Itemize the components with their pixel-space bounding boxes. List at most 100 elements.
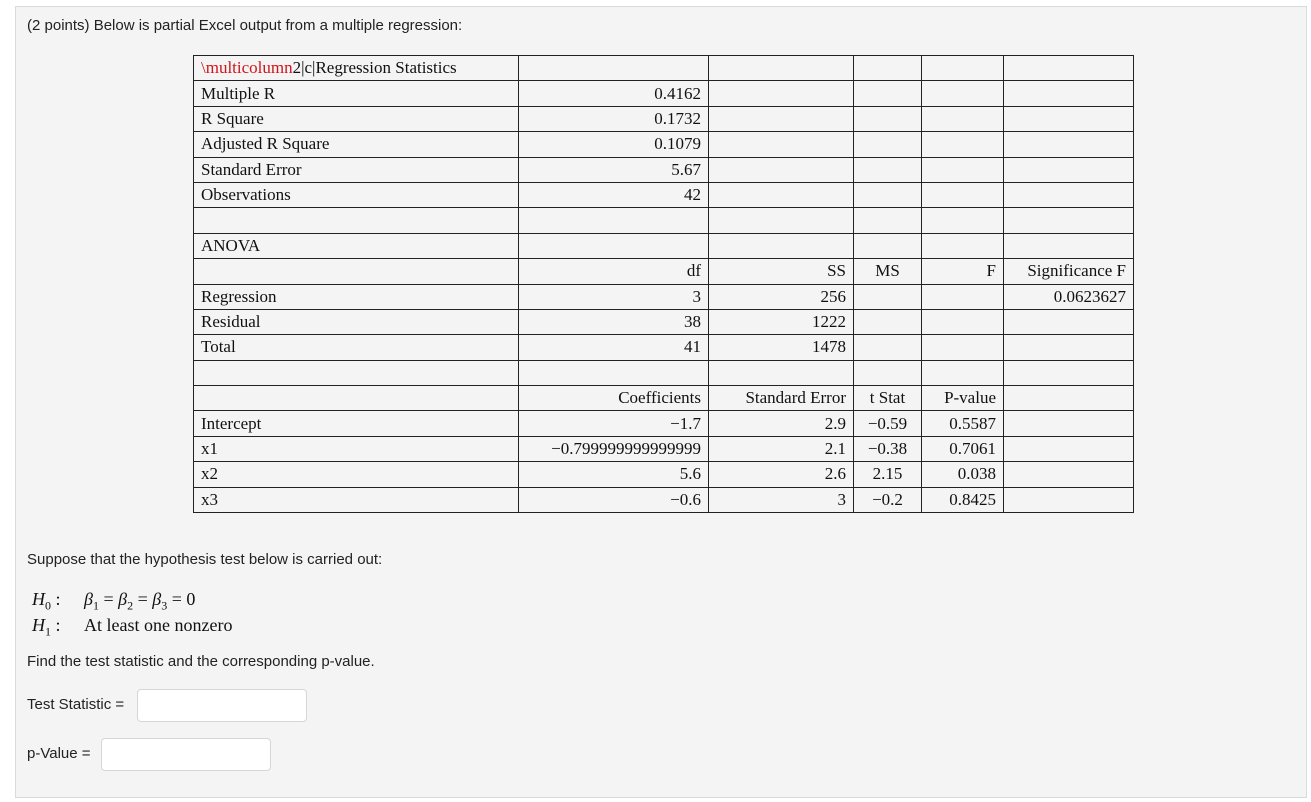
table-cell bbox=[1003, 54, 1134, 82]
table-row: df SS MS F Significance F bbox=[193, 258, 1134, 285]
table-cell: MS bbox=[853, 258, 922, 285]
p-value-label: p-Value = bbox=[27, 745, 91, 762]
table-cell bbox=[708, 105, 854, 133]
table-cell: 0.5587 bbox=[921, 410, 1004, 437]
table-cell bbox=[1003, 207, 1134, 234]
table-cell: 3 bbox=[708, 486, 854, 514]
h1-label: H1 : bbox=[32, 615, 61, 639]
table-cell: x1 bbox=[193, 435, 519, 463]
table-cell: 3 bbox=[518, 283, 709, 310]
table-cell bbox=[1003, 156, 1134, 183]
table-cell bbox=[853, 156, 922, 183]
p-value-input[interactable] bbox=[101, 738, 271, 771]
table-cell bbox=[193, 359, 519, 387]
table-cell bbox=[708, 156, 854, 183]
table-cell: 2.1 bbox=[708, 435, 854, 463]
table-cell bbox=[708, 54, 854, 82]
table-cell bbox=[708, 207, 854, 234]
table-cell bbox=[708, 131, 854, 158]
table-row: x3 −0.6 3 −0.2 0.8425 bbox=[193, 486, 1134, 514]
question-text: (2 points) Below is partial Excel output… bbox=[27, 17, 463, 34]
table-cell: 2.9 bbox=[708, 410, 854, 437]
table-cell: 2.15 bbox=[853, 461, 922, 488]
regression-output-table: \multicolumn2|c|Regression Statistics Mul… bbox=[193, 54, 1134, 514]
table-cell bbox=[1003, 80, 1134, 107]
table-cell: 5.6 bbox=[518, 461, 709, 488]
table-cell bbox=[921, 308, 1004, 336]
table-cell bbox=[853, 308, 922, 336]
table-cell bbox=[1003, 334, 1134, 361]
latex-args-text: 2|c| bbox=[292, 58, 316, 78]
table-cell: Significance F bbox=[1003, 258, 1134, 285]
table-cell bbox=[853, 334, 922, 361]
table-cell: −0.799999999999999 bbox=[518, 435, 709, 463]
h0-label: H0 : bbox=[32, 589, 61, 613]
table-cell: 2.6 bbox=[708, 461, 854, 488]
table-cell: 0.7061 bbox=[921, 435, 1004, 463]
table-cell: 0.8425 bbox=[921, 486, 1004, 514]
table-cell bbox=[921, 80, 1004, 107]
table-cell: P-value bbox=[921, 385, 1004, 412]
table-row: Adjusted R Square 0.1079 bbox=[193, 131, 1134, 158]
table-cell bbox=[1003, 308, 1134, 336]
table-cell bbox=[193, 207, 519, 234]
table-cell bbox=[518, 54, 709, 82]
table-cell bbox=[1003, 131, 1134, 158]
h1-statement: At least one nonzero bbox=[84, 615, 233, 635]
table-cell: Intercept bbox=[193, 410, 519, 437]
table-cell bbox=[853, 80, 922, 107]
table-cell: \multicolumn2|c|Regression Statistics bbox=[193, 54, 519, 82]
table-row: R Square 0.1732 bbox=[193, 105, 1134, 133]
table-cell: 38 bbox=[518, 308, 709, 336]
table-cell bbox=[708, 359, 854, 387]
test-statistic-label: Test Statistic = bbox=[27, 696, 125, 713]
table-cell bbox=[853, 207, 922, 234]
table-cell: Standard Error bbox=[708, 385, 854, 412]
table-cell bbox=[1003, 435, 1134, 463]
table-cell bbox=[1003, 181, 1134, 209]
table-cell bbox=[193, 385, 519, 412]
table-cell: Observations bbox=[193, 181, 519, 209]
instructions-text: Find the test statistic and the correspo… bbox=[27, 653, 375, 670]
table-cell bbox=[853, 131, 922, 158]
table-cell: R Square bbox=[193, 105, 519, 133]
table-row bbox=[193, 207, 1134, 234]
table-cell bbox=[921, 283, 1004, 310]
table-cell: x3 bbox=[193, 486, 519, 514]
table-cell bbox=[518, 232, 709, 260]
table-cell bbox=[1003, 486, 1134, 514]
table-cell: Total bbox=[193, 334, 519, 361]
table-cell: Standard Error bbox=[193, 156, 519, 183]
table-cell bbox=[853, 232, 922, 260]
table-cell bbox=[1003, 105, 1134, 133]
table-cell: 0.1079 bbox=[518, 131, 709, 158]
table-cell bbox=[853, 181, 922, 209]
table-row: Multiple R 0.4162 bbox=[193, 80, 1134, 107]
table-cell: Coefficients bbox=[518, 385, 709, 412]
table-cell bbox=[921, 156, 1004, 183]
table-cell: Residual bbox=[193, 308, 519, 336]
test-statistic-input[interactable] bbox=[137, 689, 307, 722]
table-cell: 1478 bbox=[708, 334, 854, 361]
table-cell: 1222 bbox=[708, 308, 854, 336]
table-cell bbox=[853, 283, 922, 310]
table-cell bbox=[708, 181, 854, 209]
table-cell: 0.0623627 bbox=[1003, 283, 1134, 310]
table-cell: −0.6 bbox=[518, 486, 709, 514]
table-cell: F bbox=[921, 258, 1004, 285]
table-cell: 0.1732 bbox=[518, 105, 709, 133]
table-cell bbox=[708, 232, 854, 260]
table-cell bbox=[921, 334, 1004, 361]
table-cell bbox=[921, 54, 1004, 82]
table-cell: −0.2 bbox=[853, 486, 922, 514]
table-row: Total 41 1478 bbox=[193, 334, 1134, 361]
table-cell bbox=[921, 181, 1004, 209]
table-cell: t Stat bbox=[853, 385, 922, 412]
latex-command-text: \multicolumn bbox=[201, 58, 293, 78]
table-row: Observations 42 bbox=[193, 181, 1134, 209]
table-cell bbox=[1003, 359, 1134, 387]
hypothesis-intro: Suppose that the hypothesis test below i… bbox=[27, 551, 383, 568]
table-cell: 41 bbox=[518, 334, 709, 361]
table-row: Coefficients Standard Error t Stat P-value bbox=[193, 385, 1134, 412]
table-cell bbox=[1003, 461, 1134, 488]
